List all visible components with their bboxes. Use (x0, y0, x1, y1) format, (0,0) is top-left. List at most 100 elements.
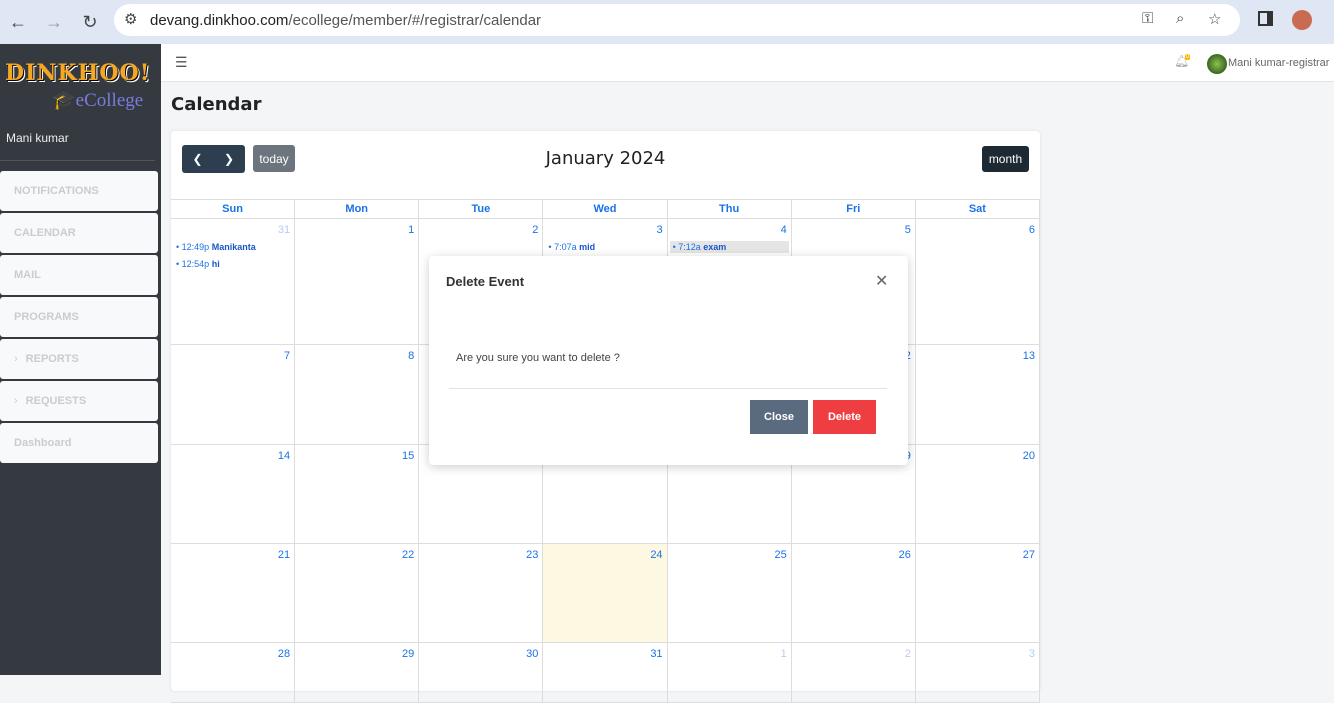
sidebar-item-label: CALENDAR (14, 227, 76, 239)
day-number[interactable]: 5 (905, 224, 911, 236)
day-number[interactable]: 31 (650, 648, 662, 660)
sidebar-item-dashboard[interactable]: Dashboard (0, 423, 158, 463)
reload-icon[interactable]: ↻ (72, 12, 108, 33)
day-number[interactable]: 20 (1023, 450, 1035, 462)
delete-event-modal: Delete Event ✕ Are you sure you want to … (429, 256, 908, 465)
calendar-title: January 2024 (545, 148, 666, 169)
day-number[interactable]: 2 (532, 224, 538, 236)
week-row: 21 22 23 24 25 26 27 (171, 544, 1040, 643)
calendar-event[interactable]: • 12:49p Manikanta (173, 241, 292, 253)
forward-icon[interactable]: → (36, 12, 72, 33)
close-icon[interactable]: ✕ (875, 271, 888, 291)
logo-subtitle: 🎓eCollege (52, 90, 144, 111)
sidebar-item-mail[interactable]: MAIL (0, 255, 158, 295)
user-menu[interactable]: Mani kumar-registrar (1228, 57, 1329, 69)
calendar-event[interactable]: • 12:54p hi (173, 258, 292, 270)
day-number[interactable]: 24 (650, 549, 662, 561)
back-icon[interactable]: ← (0, 12, 36, 33)
day-number[interactable]: 13 (1023, 350, 1035, 362)
chevron-right-icon: › (14, 395, 18, 407)
sidebar-item-label: PROGRAMS (14, 311, 79, 323)
day-cell[interactable]: 28 (171, 643, 296, 702)
sidebar: DINKHOO! 🎓eCollege Mani kumar NOTIFICATI… (0, 44, 161, 675)
sidebar-item-notifications[interactable]: NOTIFICATIONS (0, 171, 158, 211)
day-cell[interactable]: 1 (295, 219, 420, 344)
day-cell[interactable]: 31 (543, 643, 668, 702)
day-number[interactable]: 3 (1029, 648, 1035, 660)
day-cell[interactable]: 3 (916, 643, 1040, 702)
day-cell[interactable]: 13 (916, 345, 1040, 444)
day-cell[interactable]: 6 (916, 219, 1040, 344)
day-number[interactable]: 4 (781, 224, 787, 236)
sidebar-item-reports[interactable]: › REPORTS (0, 339, 158, 379)
day-number[interactable]: 22 (402, 549, 414, 561)
day-cell[interactable]: 15 (295, 445, 420, 543)
day-cell[interactable]: 26 (792, 544, 916, 642)
day-number[interactable]: 30 (526, 648, 538, 660)
modal-message: Are you sure you want to delete ? (456, 352, 620, 364)
avatar[interactable] (1207, 54, 1227, 74)
day-number[interactable]: 25 (774, 549, 786, 561)
day-cell[interactable]: 8 (295, 345, 420, 444)
zoom-icon[interactable]: ⌕ (1176, 10, 1184, 27)
day-cell[interactable]: 25 (668, 544, 792, 642)
sidebar-item-calendar[interactable]: CALENDAR (0, 213, 158, 253)
day-cell[interactable]: 7 (171, 345, 296, 444)
day-cell[interactable]: 20 (916, 445, 1040, 543)
month-view-button[interactable]: month (982, 146, 1029, 172)
day-number[interactable]: 7 (284, 350, 290, 362)
key-icon[interactable]: ⚿ (1142, 10, 1153, 27)
day-number[interactable]: 15 (402, 450, 414, 462)
day-cell[interactable]: 31 • 12:49p Manikanta • 12:54p hi (171, 219, 296, 344)
day-number[interactable]: 21 (278, 549, 290, 561)
sidebar-item-programs[interactable]: PROGRAMS (0, 297, 158, 337)
day-number[interactable]: 3 (656, 224, 662, 236)
day-cell[interactable]: 1 (668, 643, 792, 702)
bookmark-star-icon[interactable]: ☆ (1208, 10, 1221, 28)
site-info-icon[interactable]: ⚙ (124, 10, 137, 28)
weekday-header: Thu (668, 200, 792, 218)
day-cell[interactable]: 24 (543, 544, 668, 642)
week-row: 28 29 30 31 1 2 3 (171, 643, 1040, 703)
day-number[interactable]: 29 (402, 648, 414, 660)
weekday-header: Tue (419, 200, 544, 218)
day-number[interactable]: 23 (526, 549, 538, 561)
sidebar-item-label: REQUESTS (25, 395, 87, 407)
day-number[interactable]: 2 (905, 648, 911, 660)
close-button[interactable]: Close (750, 400, 808, 434)
sidebar-item-label: REPORTS (25, 353, 79, 365)
day-number[interactable]: 1 (781, 648, 787, 660)
divider (0, 160, 155, 161)
browser-toolbar: ← → ↻ ⚙ devang.dinkhoo.com/ecollege/memb… (0, 0, 1334, 44)
day-number[interactable]: 14 (278, 450, 290, 462)
page-title: Calendar (171, 94, 262, 115)
weekday-header: Mon (295, 200, 420, 218)
day-cell[interactable]: 22 (295, 544, 420, 642)
calendar-event[interactable]: • 7:12a exam (669, 241, 789, 253)
day-number[interactable]: 28 (278, 648, 290, 660)
topbar: ☰ 🔔︎ 0 Mani kumar-registrar (161, 44, 1334, 82)
weekday-header: Sat (916, 200, 1040, 218)
day-number[interactable]: 31 (278, 224, 290, 236)
day-number[interactable]: 26 (899, 549, 911, 561)
day-cell[interactable]: 27 (916, 544, 1040, 642)
side-panel-icon[interactable] (1258, 11, 1273, 26)
day-cell[interactable]: 2 (792, 643, 916, 702)
calendar-event[interactable]: • 7:07a mid (545, 241, 664, 253)
sidebar-item-requests[interactable]: › REQUESTS (0, 381, 158, 421)
day-number[interactable]: 8 (408, 350, 414, 362)
day-number[interactable]: 6 (1029, 224, 1035, 236)
address-bar[interactable]: ⚙ devang.dinkhoo.com/ecollege/member/#/r… (114, 4, 1240, 36)
day-number[interactable]: 27 (1023, 549, 1035, 561)
chevron-right-icon: › (14, 353, 18, 365)
delete-button[interactable]: Delete (813, 400, 876, 434)
day-cell[interactable]: 23 (419, 544, 544, 642)
day-cell[interactable]: 14 (171, 445, 296, 543)
day-cell[interactable]: 21 (171, 544, 296, 642)
day-cell[interactable]: 29 (295, 643, 420, 702)
day-cell[interactable]: 30 (419, 643, 544, 702)
sidebar-item-label: Dashboard (14, 437, 72, 449)
hamburger-menu-icon[interactable]: ☰ (175, 54, 188, 71)
profile-avatar[interactable] (1292, 10, 1312, 30)
day-number[interactable]: 1 (408, 224, 414, 236)
